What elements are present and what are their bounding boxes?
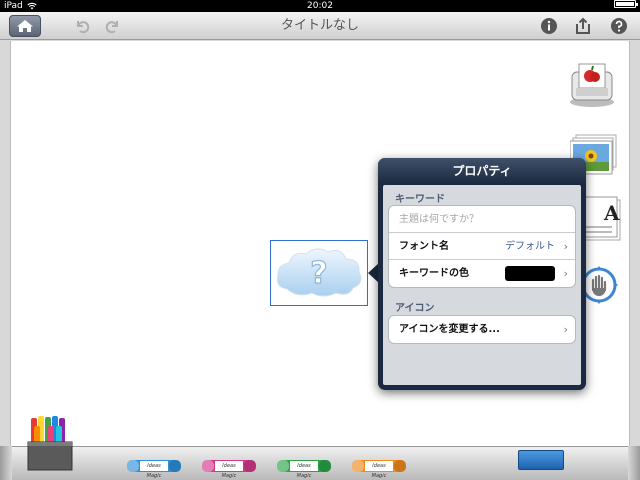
marker-box-icon xyxy=(27,416,73,471)
chevron-right-icon: › xyxy=(563,267,568,280)
font-row[interactable]: フォント名 デフォルト › xyxy=(389,233,575,260)
tray-right-edge xyxy=(628,446,640,480)
topic-input-row[interactable]: 主題は何ですか？ xyxy=(389,206,575,233)
font-value: デフォルト xyxy=(505,241,555,252)
redo-button[interactable] xyxy=(103,16,123,36)
marker-brand-label: Ideas Magic xyxy=(290,461,318,479)
battery-icon xyxy=(614,0,638,8)
eraser-button[interactable] xyxy=(518,450,564,470)
marker-cap xyxy=(352,460,364,472)
mindmap-node-selected[interactable]: ? xyxy=(270,240,368,306)
marker-tip xyxy=(319,460,331,472)
clipart-button[interactable] xyxy=(566,58,618,108)
marker-pen[interactable]: Ideas Magic xyxy=(202,460,256,479)
home-icon xyxy=(17,20,33,32)
cloud-shape-icon: ? xyxy=(276,248,362,297)
font-label: フォント名 xyxy=(399,241,449,252)
keyword-group: 主題は何ですか？ フォント名 デフォルト › キーワードの色 › xyxy=(388,205,576,288)
node-question-mark: ? xyxy=(310,256,327,291)
marker-brand-label: Ideas Magic xyxy=(140,461,168,479)
undo-icon xyxy=(77,21,90,34)
change-icon-label: アイコンを変更する... xyxy=(399,324,500,335)
redo-icon xyxy=(105,21,118,34)
keyword-color-swatch xyxy=(505,266,555,281)
tray-left-edge xyxy=(0,446,12,480)
help-icon xyxy=(611,18,627,34)
marker-tip xyxy=(169,460,181,472)
home-button[interactable] xyxy=(9,15,41,37)
marker-tip xyxy=(244,460,256,472)
icon-group: アイコンを変更する... › xyxy=(388,315,576,344)
icon-section-label: アイコン xyxy=(395,303,435,314)
share-icon xyxy=(576,17,590,34)
help-button[interactable] xyxy=(609,16,629,36)
marker-cap xyxy=(127,460,139,472)
marker-pen[interactable]: Ideas Magic xyxy=(277,460,331,479)
document-title: タイトルなし xyxy=(280,18,359,33)
popover-title: プロパティ xyxy=(378,158,586,184)
topic-input[interactable]: 主題は何ですか？ xyxy=(399,206,479,233)
popover-body: キーワード 主題は何ですか？ フォント名 デフォルト › キーワードの色 › ア… xyxy=(383,185,581,385)
keyword-color-label: キーワードの色 xyxy=(399,268,469,279)
marker-brand-label: Ideas Magic xyxy=(365,461,393,479)
clipart-icon xyxy=(570,63,614,107)
share-button[interactable] xyxy=(573,16,593,36)
info-button[interactable] xyxy=(539,16,559,36)
marker-cap xyxy=(202,460,214,472)
marker-tip xyxy=(394,460,406,472)
status-time: 20:02 xyxy=(307,1,333,11)
chevron-right-icon: › xyxy=(563,323,568,336)
status-bar: iPad 20:02 xyxy=(0,0,640,12)
change-icon-row[interactable]: アイコンを変更する... › xyxy=(389,316,575,343)
marker-box-button[interactable] xyxy=(26,412,74,472)
keyword-section-label: キーワード xyxy=(395,194,445,205)
marker-brand-label: Ideas Magic xyxy=(215,461,243,479)
marker-cap xyxy=(277,460,289,472)
status-right xyxy=(614,0,638,8)
chevron-right-icon: › xyxy=(563,240,568,253)
keyword-color-row[interactable]: キーワードの色 › xyxy=(389,260,575,287)
marker-pen[interactable]: Ideas Magic xyxy=(127,460,181,479)
undo-button[interactable] xyxy=(72,16,92,36)
svg-text:A: A xyxy=(603,201,620,225)
properties-popover: プロパティ キーワード 主題は何ですか？ フォント名 デフォルト › キーワード… xyxy=(378,158,586,390)
marker-pen[interactable]: Ideas Magic xyxy=(352,460,406,479)
info-icon xyxy=(541,18,557,34)
toolbar: タイトルなし xyxy=(0,12,640,40)
